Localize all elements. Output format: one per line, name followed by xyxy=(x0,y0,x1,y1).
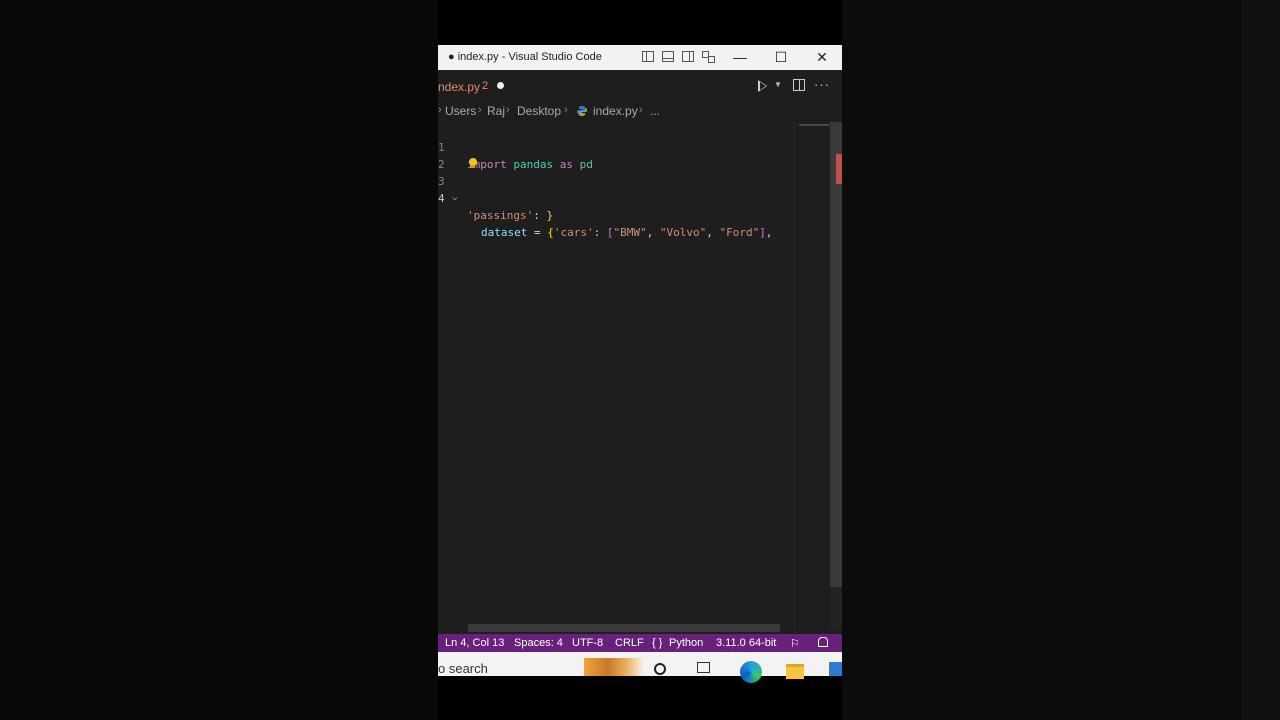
toggle-primary-sidebar-icon[interactable] xyxy=(642,51,654,62)
code-token: = xyxy=(527,226,548,239)
toggle-panel-icon[interactable] xyxy=(662,51,674,62)
title-bar: ● index.py - Visual Studio Code — ☐ ✕ xyxy=(438,45,842,70)
breadcrumb-separator-icon: › xyxy=(639,104,643,116)
scrollbar-thumb[interactable] xyxy=(830,122,842,587)
encoding[interactable]: UTF-8 xyxy=(572,637,603,649)
status-bar: Ln 4, Col 13 Spaces: 4 UTF-8 CRLF { } Py… xyxy=(438,634,842,652)
margin-band xyxy=(1242,0,1280,720)
code-text: dataset = {'cars': ["BMW", "Volvo", "For… xyxy=(481,224,772,241)
breadcrumb-separator-icon: › xyxy=(438,104,442,116)
vertical-scrollbar[interactable] xyxy=(830,122,842,630)
breadcrumb-separator-icon: › xyxy=(564,104,568,116)
cursor-position[interactable]: Ln 4, Col 13 xyxy=(445,637,504,649)
more-actions-icon[interactable]: ··· xyxy=(814,77,830,92)
left-black-margin xyxy=(0,0,438,720)
code-line[interactable]: 2 xyxy=(438,139,798,171)
python-interpreter[interactable]: 3.11.0 64-bit xyxy=(716,637,776,649)
code-token: } xyxy=(546,209,554,222)
right-black-margin xyxy=(842,0,1280,720)
breadcrumb-users[interactable]: Users xyxy=(445,104,476,118)
breadcrumb-separator-icon: › xyxy=(478,104,482,116)
code-token: { xyxy=(547,226,554,239)
breadcrumb-index-py[interactable]: index.py xyxy=(593,104,638,118)
code-line[interactable]: 1 import pandas as pd xyxy=(438,122,798,171)
breadcrumb-raj[interactable]: Raj xyxy=(487,104,505,118)
line-number: 4 xyxy=(438,192,445,205)
store-app-icon[interactable] xyxy=(829,662,842,676)
python-file-icon xyxy=(577,106,587,116)
breadcrumb-desktop[interactable]: Desktop xyxy=(517,104,561,118)
maximize-button[interactable]: ☐ xyxy=(761,45,801,70)
cortana-icon[interactable] xyxy=(654,663,666,675)
braces-icon[interactable]: { } xyxy=(652,637,662,649)
code-token: 'cars' xyxy=(553,226,594,239)
task-view-icon[interactable] xyxy=(697,662,710,673)
tab-index-py[interactable]: ndex.py 2 xyxy=(438,70,513,102)
code-token: "BMW" xyxy=(613,226,647,239)
indentation[interactable]: Spaces: 4 xyxy=(514,637,563,649)
split-editor-icon[interactable] xyxy=(793,79,805,91)
code-token: , xyxy=(706,226,720,239)
code-text: 'passings': } xyxy=(467,207,553,224)
code-token: 'passings' xyxy=(467,209,534,222)
vscode-window: ● index.py - Visual Studio Code — ☐ ✕ nd… xyxy=(438,0,842,720)
code-token: "Volvo" xyxy=(659,226,707,239)
toggle-secondary-sidebar-icon[interactable] xyxy=(682,51,694,62)
code-line[interactable]: 4 'passings': } xyxy=(438,173,798,222)
windows-taskbar: o search xyxy=(438,652,842,683)
breadcrumb-separator-icon: › xyxy=(506,104,510,116)
taskbar-search[interactable]: o search xyxy=(438,661,488,676)
feedback-icon[interactable]: ⚐ xyxy=(790,637,800,650)
notifications-bell-icon[interactable] xyxy=(818,637,828,647)
run-dropdown-chevron-icon[interactable]: ▼ xyxy=(774,80,782,89)
customize-layout-icon[interactable] xyxy=(702,51,715,63)
code-token: : xyxy=(593,226,607,239)
code-token: dataset xyxy=(481,226,528,239)
window-title: ● index.py - Visual Studio Code xyxy=(448,51,602,63)
search-highlight-image xyxy=(584,658,644,676)
run-python-file-icon[interactable] xyxy=(758,80,767,92)
minimize-button[interactable]: — xyxy=(720,45,760,70)
error-marker xyxy=(836,154,842,184)
tab-problem-count: 2 xyxy=(482,80,489,92)
file-explorer-icon[interactable] xyxy=(786,664,804,679)
edge-browser-icon[interactable] xyxy=(740,661,762,683)
tab-label: ndex.py xyxy=(438,80,481,94)
unsaved-dot-icon[interactable] xyxy=(497,82,504,89)
minimap-divider xyxy=(794,122,795,630)
code-token: , xyxy=(646,226,660,239)
code-token: , xyxy=(765,226,773,239)
code-token: ] xyxy=(759,226,766,239)
minimap[interactable] xyxy=(799,124,829,126)
language-mode[interactable]: Python xyxy=(669,637,703,649)
code-line[interactable]: 3 ⌵ dataset = {'cars': ["BMW", "Volvo", … xyxy=(438,156,798,239)
close-button[interactable]: ✕ xyxy=(802,45,842,70)
horizontal-scrollbar[interactable] xyxy=(468,624,780,632)
code-token: : xyxy=(533,209,547,222)
line-endings[interactable]: CRLF xyxy=(615,637,644,649)
code-token: "Ford" xyxy=(719,226,760,239)
breadcrumb-symbols[interactable]: ... xyxy=(650,104,660,118)
